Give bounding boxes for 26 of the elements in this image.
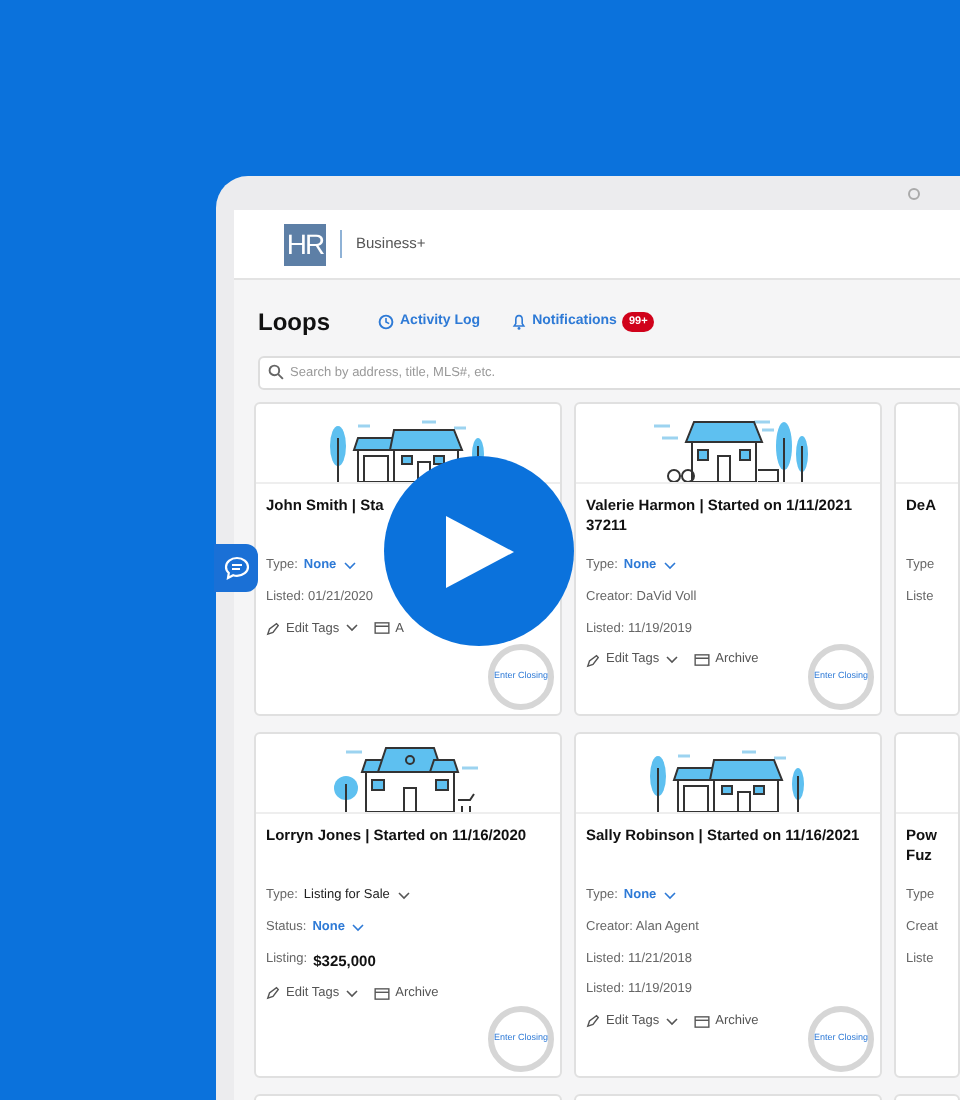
caret-icon (665, 656, 678, 665)
chat-icon (223, 556, 249, 580)
pencil-icon (266, 986, 280, 1001)
archive-icon (373, 622, 390, 635)
chat-button[interactable] (214, 544, 258, 592)
caret-icon (397, 891, 410, 900)
caret-icon (664, 891, 677, 900)
camera-icon (908, 188, 920, 200)
search-icon (268, 364, 284, 380)
brand-logo: HR (284, 223, 326, 265)
caret-icon (345, 624, 358, 633)
caret-icon (344, 561, 357, 570)
pencil-icon (266, 621, 280, 636)
bell-icon (512, 314, 527, 330)
caret-icon (664, 561, 677, 570)
play-icon (441, 511, 517, 591)
archive-icon (373, 987, 390, 1000)
caret-icon (352, 923, 365, 932)
caret-icon (345, 989, 358, 998)
archive-icon (693, 1015, 710, 1028)
archive-icon (693, 654, 710, 667)
page-title: Loops (258, 306, 330, 340)
caret-icon (665, 1017, 678, 1026)
pencil-icon (586, 653, 600, 668)
clock-icon (378, 314, 394, 330)
pencil-icon (586, 1014, 600, 1029)
